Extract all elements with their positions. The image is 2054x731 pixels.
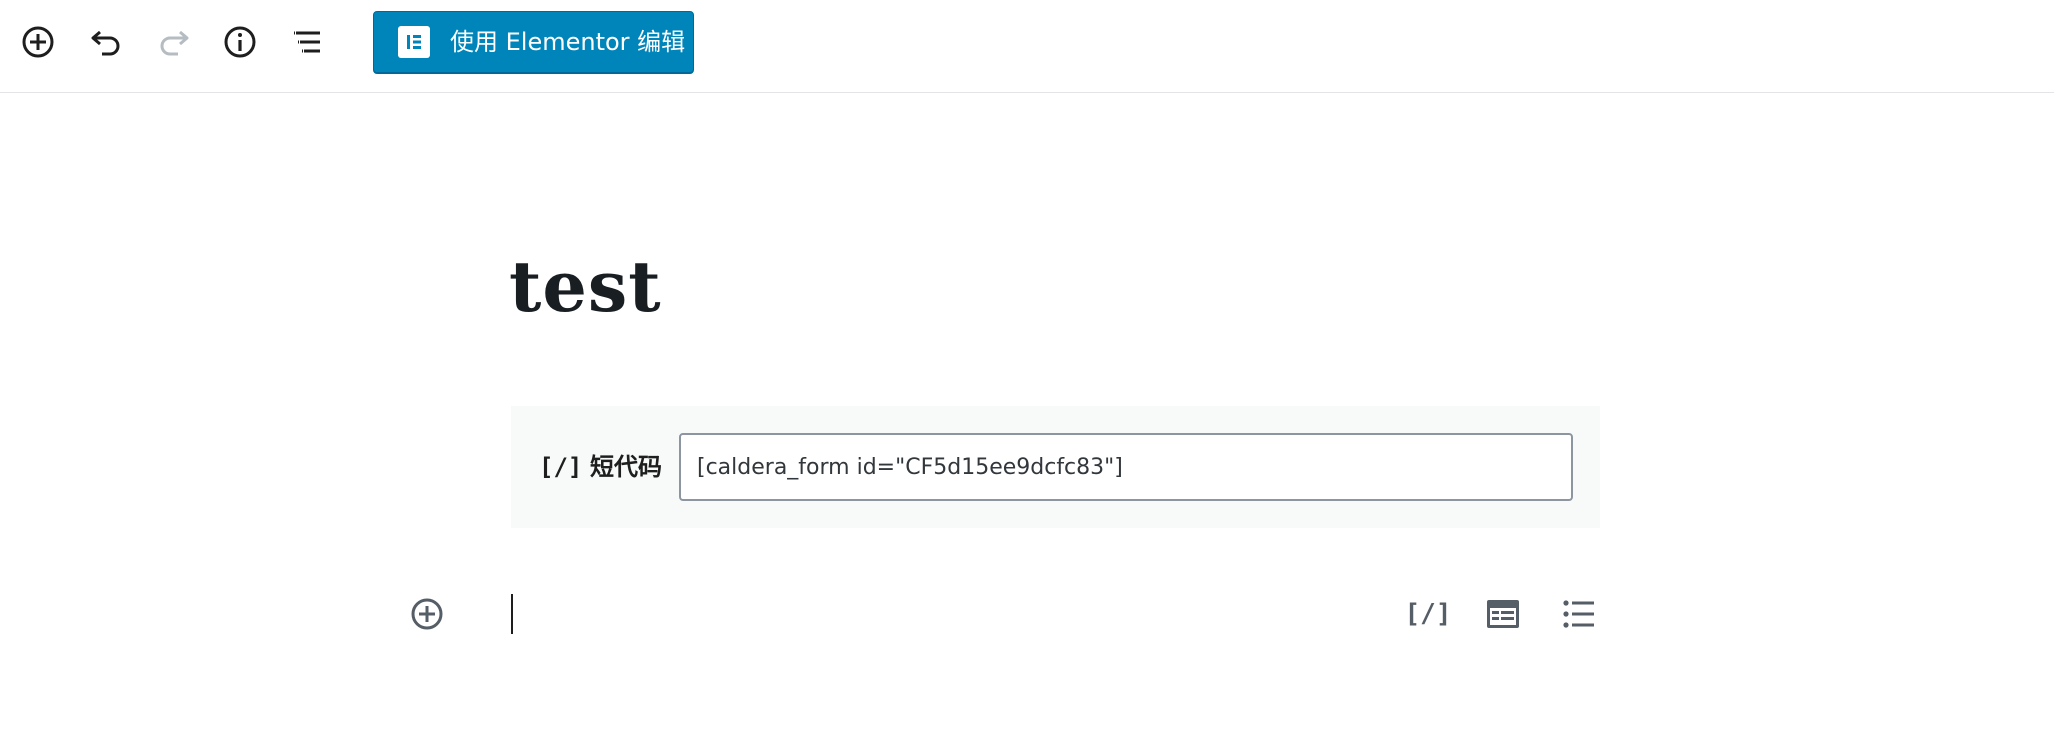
add-list-block-button[interactable]	[1557, 594, 1601, 634]
elementor-button-label: 使用 Elementor 编辑	[450, 28, 686, 56]
post-title[interactable]: test	[509, 242, 662, 332]
elementor-logo-icon	[398, 26, 430, 58]
plus-circle-icon	[411, 598, 443, 630]
form-table-icon	[1487, 600, 1519, 628]
content-info-button[interactable]	[218, 16, 262, 68]
inline-add-block-button[interactable]	[408, 594, 446, 634]
shortcode-label: 短代码	[590, 453, 662, 481]
undo-icon	[91, 30, 120, 56]
shortcode-input[interactable]	[679, 433, 1573, 501]
redo-icon	[160, 30, 189, 56]
shortcode-block[interactable]: [/] 短代码	[511, 406, 1600, 528]
text-cursor	[511, 594, 513, 634]
shortcode-icon: [/]	[539, 453, 583, 481]
add-shortcode-block-button[interactable]: [/]	[1404, 594, 1452, 634]
shortcode-icon: [/]	[1404, 599, 1452, 629]
list-icon	[1563, 600, 1594, 628]
info-icon	[224, 26, 256, 58]
block-navigation-button[interactable]	[286, 16, 330, 68]
add-form-block-button[interactable]	[1481, 594, 1525, 634]
outline-list-icon	[294, 31, 320, 53]
plus-circle-icon	[22, 26, 54, 58]
editor-header-toolbar: 使用 Elementor 编辑	[0, 0, 2054, 93]
edit-with-elementor-button[interactable]: 使用 Elementor 编辑	[373, 11, 694, 74]
redo-button[interactable]	[152, 16, 196, 68]
add-block-button[interactable]	[16, 16, 60, 68]
undo-button[interactable]	[84, 16, 128, 68]
